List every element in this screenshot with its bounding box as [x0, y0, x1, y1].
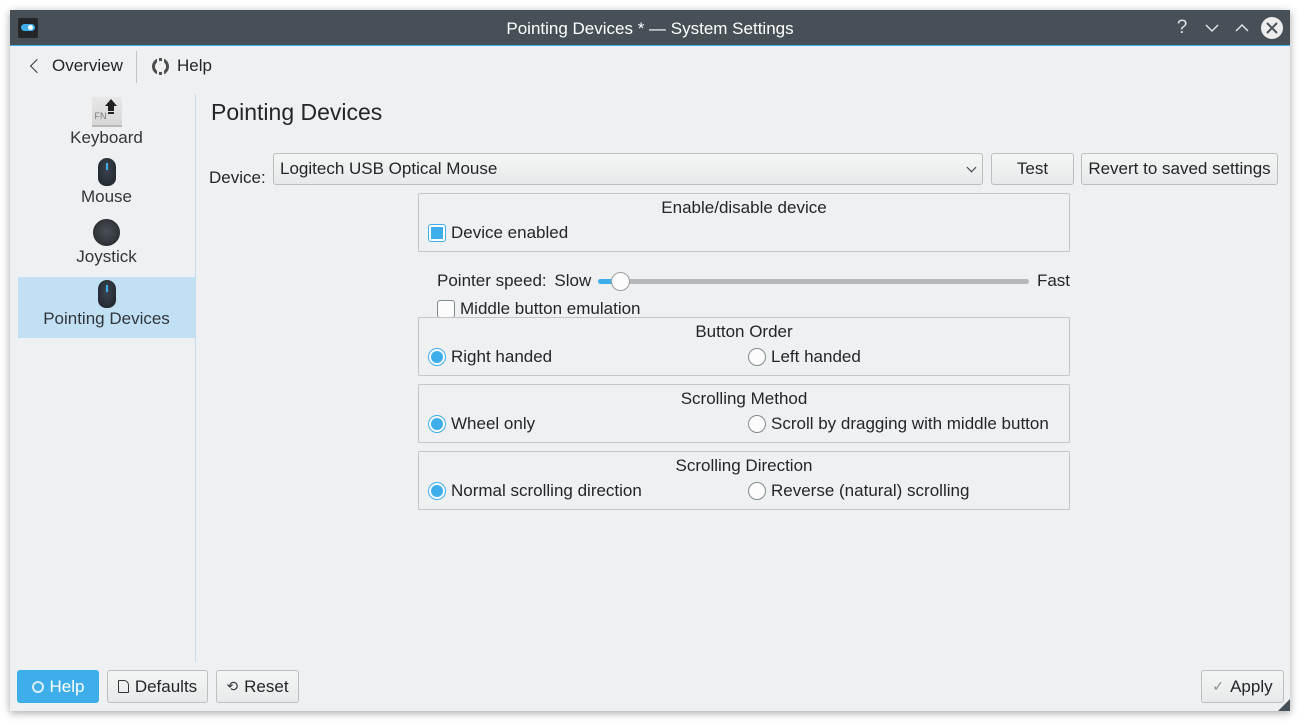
device-enabled-label: Device enabled	[451, 223, 569, 242]
pointer-speed-label: Pointer speed: Slow	[437, 271, 591, 291]
fn-key-text: FN	[94, 111, 107, 121]
apply-label: Apply	[1230, 676, 1273, 696]
help-button[interactable]: Help	[152, 50, 212, 82]
help-icon[interactable]: ?	[1171, 17, 1193, 39]
chevron-down-icon	[966, 162, 977, 173]
device-select[interactable]: Logitech USB Optical Mouse	[273, 153, 983, 185]
middle-button-emulation-checkbox[interactable]	[437, 300, 455, 318]
right-handed-label: Right handed	[451, 347, 553, 366]
left-handed-option[interactable]: Left handed	[748, 347, 861, 367]
wheel-only-label: Wheel only	[451, 414, 536, 433]
overview-label: Overview	[52, 56, 123, 75]
test-button[interactable]: Test	[991, 153, 1074, 185]
sidebar-item-label: Pointing Devices	[43, 309, 170, 328]
sidebar: FN Keyboard Mouse Joystick Pointing Devi…	[18, 94, 195, 662]
reset-label: Reset	[244, 676, 289, 696]
close-icon	[1266, 22, 1278, 34]
toolbar-separator	[136, 51, 137, 83]
system-settings-window: Pointing Devices * — System Settings ? O…	[10, 10, 1290, 711]
device-label: Device:	[209, 168, 266, 187]
arrow-stem	[107, 106, 114, 111]
slow-label: Slow	[554, 271, 592, 290]
sidebar-item-joystick[interactable]: Joystick	[18, 216, 195, 277]
normal-scrolling-radio[interactable]	[428, 482, 446, 500]
sidebar-item-label: Mouse	[80, 187, 133, 206]
checkmark-icon: ✓	[1212, 678, 1225, 694]
scrolling-direction-group: Scrolling Direction Normal scrolling dir…	[418, 451, 1070, 510]
fast-label: Fast	[1036, 271, 1070, 290]
reverse-scrolling-radio[interactable]	[748, 482, 766, 500]
group-title: Scrolling Direction	[675, 456, 813, 475]
right-handed-radio[interactable]	[428, 348, 446, 366]
chevron-down-icon	[1205, 24, 1219, 33]
lifebuoy-icon	[152, 57, 169, 75]
keyboard-icon: FN	[91, 97, 122, 127]
scroll-by-dragging-label: Scroll by dragging with middle button	[771, 414, 1049, 433]
resize-grip[interactable]	[1278, 699, 1290, 711]
footer-help-button[interactable]: Help	[17, 670, 99, 703]
group-title: Scrolling Method	[680, 389, 808, 408]
reset-button[interactable]: ⟲ Reset	[216, 670, 299, 703]
overview-button[interactable]: Overview	[26, 50, 123, 82]
sidebar-item-keyboard[interactable]: FN Keyboard	[18, 94, 195, 155]
help-label: Help	[177, 56, 212, 75]
sidebar-item-label: Joystick	[76, 247, 137, 266]
minimize-button[interactable]	[1201, 17, 1223, 39]
defaults-label: Defaults	[134, 676, 198, 696]
left-handed-radio[interactable]	[748, 348, 766, 366]
undo-icon: ⟲	[226, 678, 239, 694]
device-enabled-checkbox[interactable]	[428, 224, 446, 242]
device-enabled-option[interactable]: Device enabled	[428, 223, 568, 243]
wheel-only-option[interactable]: Wheel only	[428, 414, 535, 434]
button-order-group: Button Order Right handed Left handed	[418, 317, 1070, 376]
slider-handle[interactable]	[611, 272, 630, 291]
right-handed-option[interactable]: Right handed	[428, 347, 552, 367]
apply-button[interactable]: ✓ Apply	[1201, 670, 1284, 703]
arrow-base	[107, 112, 114, 114]
document-revert-icon	[117, 680, 129, 693]
group-title: Button Order	[695, 322, 793, 341]
enable-disable-group: Enable/disable device Device enabled	[418, 193, 1070, 252]
chevron-left-icon	[29, 58, 45, 74]
close-button[interactable]	[1261, 17, 1283, 39]
pointer-speed-row: Pointer speed: Slow Fast	[437, 270, 1070, 292]
middle-button-emulation-option[interactable]: Middle button emulation	[437, 299, 641, 319]
title-bar[interactable]: Pointing Devices * — System Settings ?	[10, 10, 1290, 46]
revert-button[interactable]: Revert to saved settings	[1081, 153, 1278, 185]
sidebar-divider	[195, 94, 196, 662]
pointer-speed-text: Pointer speed:	[437, 271, 547, 290]
defaults-button[interactable]: Defaults	[107, 670, 208, 703]
scroll-by-dragging-option[interactable]: Scroll by dragging with middle button	[748, 414, 1049, 434]
middle-button-emulation-label: Middle button emulation	[460, 299, 641, 318]
normal-scrolling-label: Normal scrolling direction	[451, 481, 642, 500]
chevron-up-icon	[1235, 23, 1249, 32]
footer-help-label: Help	[49, 676, 85, 696]
navigation-toolbar: Overview Help	[10, 47, 1290, 87]
pointer-speed-slider[interactable]	[598, 272, 1029, 291]
group-title: Enable/disable device	[661, 198, 827, 217]
lifebuoy-icon	[31, 680, 44, 693]
sidebar-item-mouse[interactable]: Mouse	[18, 155, 195, 216]
scroll-by-dragging-radio[interactable]	[748, 415, 766, 433]
window-title: Pointing Devices * — System Settings	[506, 19, 794, 38]
left-handed-label: Left handed	[771, 347, 861, 366]
mouse-icon	[97, 280, 116, 308]
normal-scrolling-option[interactable]: Normal scrolling direction	[428, 481, 642, 501]
reverse-scrolling-label: Reverse (natural) scrolling	[771, 481, 970, 500]
wheel-only-radio[interactable]	[428, 415, 446, 433]
maximize-button[interactable]	[1231, 17, 1253, 39]
scrolling-method-group: Scrolling Method Wheel only Scroll by dr…	[418, 384, 1070, 443]
page-title: Pointing Devices	[211, 99, 383, 125]
joystick-icon	[93, 219, 120, 246]
arrow-up-icon	[104, 99, 117, 106]
sidebar-item-pointing-devices[interactable]: Pointing Devices	[18, 277, 195, 338]
device-select-value: Logitech USB Optical Mouse	[280, 159, 498, 178]
reverse-scrolling-option[interactable]: Reverse (natural) scrolling	[748, 481, 969, 501]
sidebar-item-label: Keyboard	[70, 128, 143, 147]
main-content: Pointing Devices Device: Logitech USB Op…	[207, 94, 1290, 662]
mouse-icon	[97, 158, 116, 186]
